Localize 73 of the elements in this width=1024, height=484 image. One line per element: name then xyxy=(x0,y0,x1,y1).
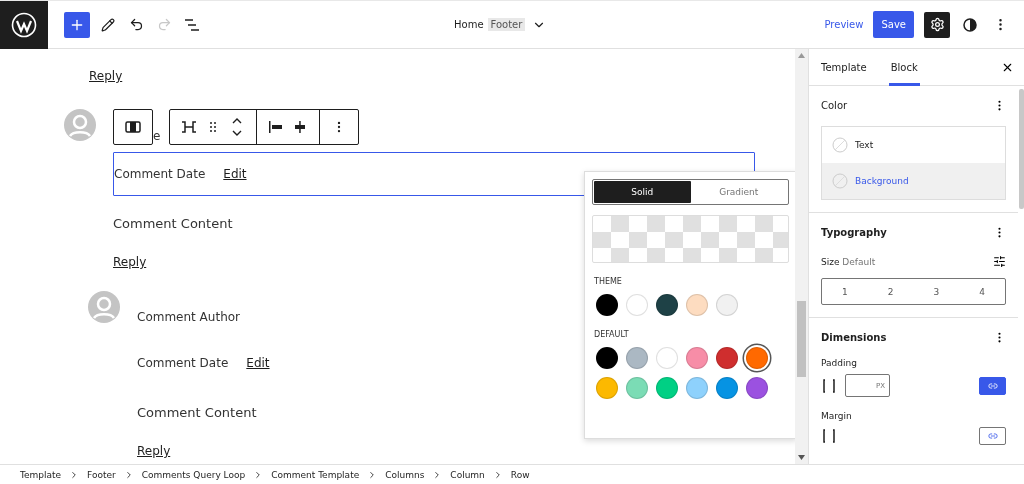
panel-title: Typography xyxy=(821,227,887,238)
panel-title: Color xyxy=(821,100,848,111)
color-swatch[interactable] xyxy=(746,347,768,369)
font-size-option[interactable]: 2 xyxy=(867,279,914,304)
color-swatch[interactable] xyxy=(716,294,738,316)
box-side-icon xyxy=(821,428,837,444)
add-block-button[interactable] xyxy=(64,11,90,38)
sliders-icon[interactable] xyxy=(993,255,1006,268)
panel-title: Dimensions xyxy=(821,332,887,343)
font-size-option[interactable]: 3 xyxy=(913,279,960,304)
comment-content: Comment Content xyxy=(113,216,234,231)
color-swatch[interactable] xyxy=(686,377,708,399)
color-swatch[interactable] xyxy=(626,377,648,399)
edit-link[interactable]: Edit xyxy=(246,356,270,370)
color-swatch[interactable] xyxy=(626,347,648,369)
settings-icon[interactable] xyxy=(924,11,950,38)
color-swatch[interactable] xyxy=(746,377,768,399)
empty-color-icon xyxy=(832,173,848,189)
scroll-down-icon[interactable] xyxy=(798,455,805,460)
color-swatch[interactable] xyxy=(596,377,618,399)
empty-color-icon xyxy=(832,137,848,153)
breadcrumb-item[interactable]: Template xyxy=(20,469,62,480)
breadcrumb-item[interactable]: Column xyxy=(450,469,485,480)
sidebar-tab[interactable]: Template xyxy=(819,48,869,86)
comment-author: Comment Author xyxy=(137,310,240,324)
scrollbar[interactable] xyxy=(1019,89,1024,209)
color-swatch[interactable] xyxy=(686,294,708,316)
reply-link[interactable]: Reply xyxy=(89,69,123,83)
reply-link[interactable]: Reply xyxy=(137,444,171,458)
fill-type-tab[interactable]: Solid xyxy=(594,181,691,203)
palette-label: THEME xyxy=(594,277,623,286)
breadcrumb-item[interactable]: Row xyxy=(510,469,530,480)
palette-label: DEFAULT xyxy=(594,330,630,339)
breadcrumb-item[interactable]: Comment Template xyxy=(271,469,360,480)
link-sides-button[interactable] xyxy=(979,427,1006,445)
color-swatch[interactable] xyxy=(656,347,678,369)
font-size-option[interactable]: 1 xyxy=(822,279,868,304)
box-side-icon xyxy=(821,377,837,394)
document-title: Home xyxy=(454,19,484,30)
preview-button[interactable]: Preview xyxy=(824,19,864,30)
reply-link[interactable]: Reply xyxy=(113,255,147,269)
color-swatch[interactable] xyxy=(656,377,678,399)
color-swatch[interactable] xyxy=(686,347,708,369)
link-icon xyxy=(987,431,998,441)
link-icon xyxy=(987,380,998,391)
font-size-option[interactable]: 4 xyxy=(959,279,1005,304)
color-swatch[interactable] xyxy=(716,377,738,399)
comment-content: Comment Content xyxy=(137,405,258,420)
edit-link[interactable]: Edit xyxy=(223,167,247,181)
comment-date: Comment Date xyxy=(114,167,206,181)
scroll-thumb[interactable] xyxy=(797,301,806,377)
sidebar-tab[interactable]: Block xyxy=(888,48,920,86)
control-label: Padding xyxy=(821,358,858,368)
template-badge: Footer xyxy=(487,18,526,31)
avatar-icon xyxy=(88,291,120,323)
breadcrumb-item[interactable]: Footer xyxy=(87,469,116,480)
breadcrumb-item[interactable]: Comments Query Loop xyxy=(141,469,246,480)
save-button[interactable]: Save xyxy=(873,11,914,38)
color-swatch[interactable] xyxy=(716,347,738,369)
color-swatch[interactable] xyxy=(626,294,648,316)
color-setting-item[interactable]: Background xyxy=(822,163,1005,199)
comment-date: Comment Date xyxy=(137,356,229,370)
avatar-icon xyxy=(64,109,96,141)
color-swatch[interactable] xyxy=(596,347,618,369)
breadcrumb-item[interactable]: Columns xyxy=(385,469,425,480)
wordpress-logo[interactable] xyxy=(0,0,48,49)
color-swatch[interactable] xyxy=(596,294,618,316)
scrollbar[interactable] xyxy=(795,49,808,464)
link-sides-button[interactable] xyxy=(979,376,1006,395)
control-label: Margin xyxy=(821,411,853,421)
color-swatch[interactable] xyxy=(656,294,678,316)
size-label: Size Default xyxy=(821,256,876,267)
comment-author: e xyxy=(153,129,161,143)
